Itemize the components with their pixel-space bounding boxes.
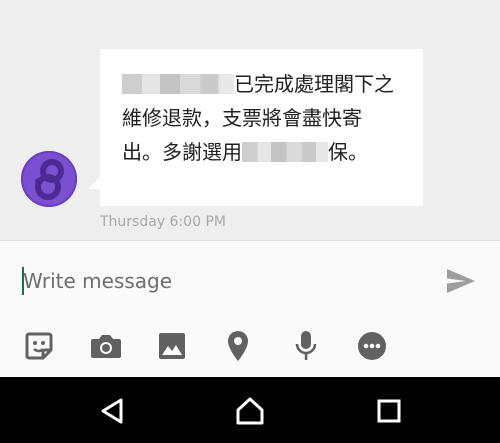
recents-icon[interactable] [369,393,409,429]
message-thread: 已完成處理閣下之維修退款，支票將會盡快寄出。多謝選用 保。 Thursday 6:… [0,0,500,240]
microphone-icon[interactable] [288,328,324,364]
system-navigation-bar [0,377,500,443]
camera-icon[interactable] [88,328,124,364]
message-input[interactable] [23,266,423,296]
message-timestamp: Thursday 6:00 PM [100,214,226,230]
message-text-part2: 保。 [328,140,368,164]
message-bubble[interactable]: 已完成處理閣下之維修退款，支票將會盡快寄出。多謝選用 保。 [100,49,423,206]
avatar-logo-icon [21,151,77,207]
redacted-company [242,142,328,162]
send-icon[interactable] [444,266,478,296]
redacted-name [122,74,234,94]
location-icon[interactable] [220,328,256,364]
image-icon[interactable] [154,328,190,364]
home-icon[interactable] [230,393,270,429]
more-icon[interactable] [354,328,390,364]
sticker-icon[interactable] [21,328,57,364]
contact-avatar[interactable] [21,151,77,207]
attachment-toolbar [0,328,500,368]
message-text: 已完成處理閣下之維修退款，支票將會盡快寄出。多謝選用 保。 [122,67,401,169]
back-icon[interactable] [92,393,132,429]
